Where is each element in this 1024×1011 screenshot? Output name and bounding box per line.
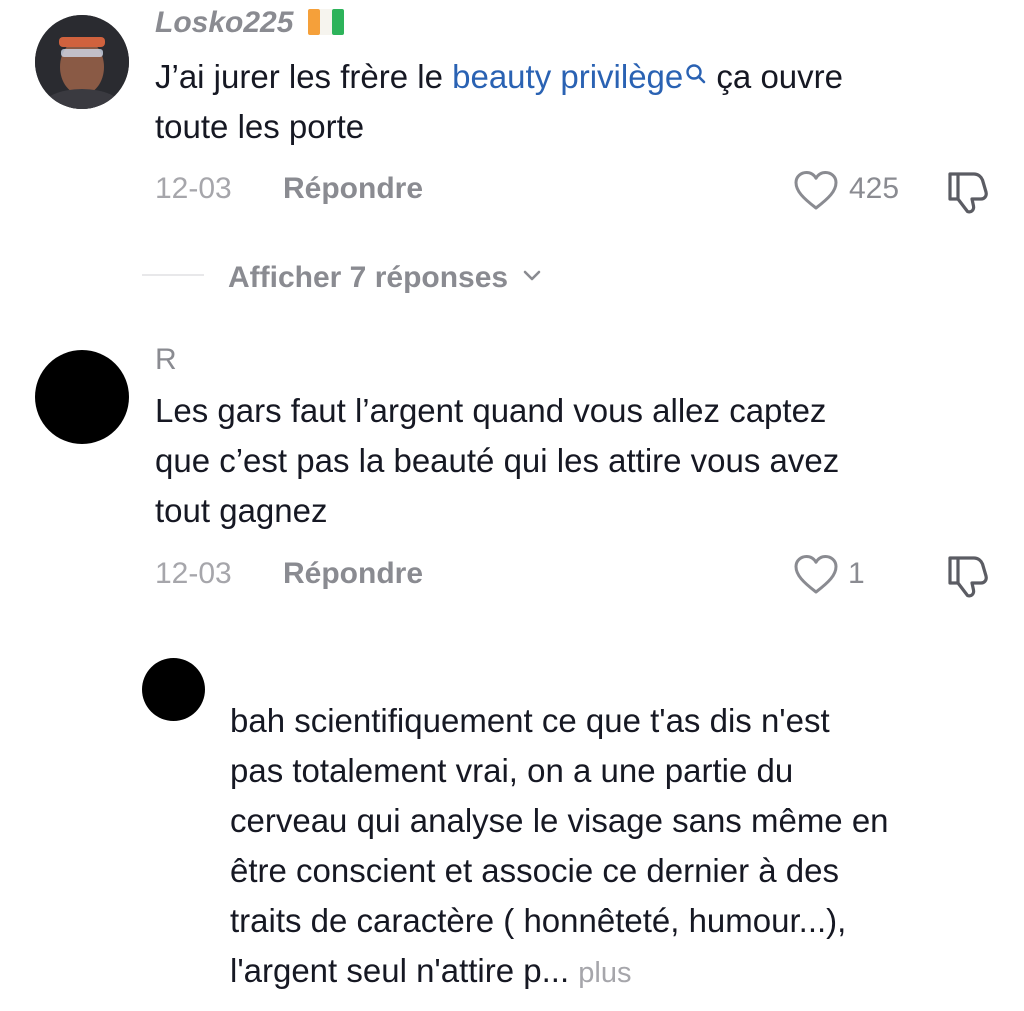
reply-button[interactable]: Répondre	[283, 557, 423, 591]
avatar[interactable]	[35, 350, 129, 444]
heart-outline-icon[interactable]	[793, 170, 839, 217]
like-count: 1	[848, 557, 865, 590]
comment-date: 12-03	[155, 557, 232, 590]
avatar[interactable]	[35, 15, 129, 109]
divider	[142, 274, 204, 276]
view-replies-button[interactable]: Afficher 7 réponses	[228, 257, 542, 295]
chevron-down-icon	[522, 257, 542, 291]
flag-icon	[307, 9, 344, 35]
like-count: 425	[849, 172, 900, 205]
avatar-photo	[35, 15, 129, 109]
heart-outline-icon[interactable]	[793, 554, 839, 601]
reply-button[interactable]: Répondre	[283, 172, 423, 206]
comment-date: 12-03	[155, 172, 232, 205]
avatar[interactable]	[142, 658, 205, 721]
thumbs-down-outline-icon[interactable]	[944, 168, 992, 221]
comment-text: J’ai jurer les frère le beauty privilège…	[155, 52, 1005, 152]
more-button[interactable]: plus	[578, 957, 631, 989]
hashtag-link[interactable]: beauty privilège	[452, 58, 707, 95]
thumbs-down-outline-icon[interactable]	[944, 552, 992, 605]
comments-screen: Losko225 J’ai jurer les frère le beauty …	[0, 0, 1024, 1011]
username[interactable]: Losko225	[155, 6, 344, 40]
search-icon	[685, 52, 707, 102]
comment-text: Les gars faut l’argent quand vous allez …	[155, 392, 840, 529]
reply-text: bah scientifiquement ce que t'as dis n'e…	[230, 702, 889, 989]
username[interactable]: R	[155, 343, 177, 377]
